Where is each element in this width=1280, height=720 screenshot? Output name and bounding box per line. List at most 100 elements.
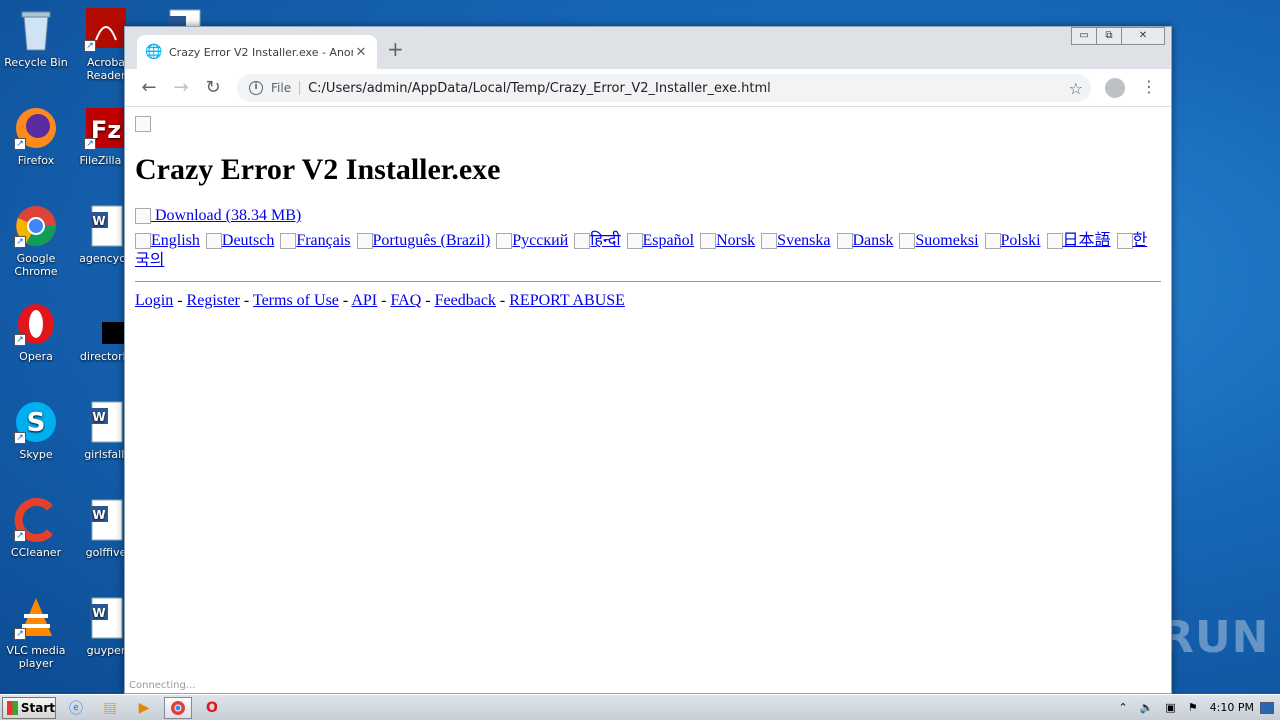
language-label: Русский [512, 232, 569, 249]
language-link-norsk[interactable]: Norsk [700, 232, 755, 250]
filezilla-icon: Fz ↗ [84, 106, 128, 150]
internet-explorer-icon[interactable]: ⓔ [62, 697, 90, 719]
action-center-flag-icon[interactable]: ⚑ [1188, 701, 1198, 714]
word-document-icon: W [84, 498, 128, 542]
close-window-button[interactable]: ✕ [1121, 27, 1165, 45]
language-label: Français [296, 232, 351, 249]
download-link[interactable]: Download (38.34 MB) [135, 207, 301, 225]
chrome-taskbar-icon[interactable] [164, 696, 192, 719]
language-link-suomeksi[interactable]: Suomeksi [899, 232, 979, 250]
desktop-icon-label: Acroba Reader [86, 56, 126, 82]
language-label: Deutsch [221, 232, 275, 249]
language-link-hindi[interactable]: हिन्दी [574, 232, 621, 250]
flag-icon [496, 233, 513, 250]
language-link-espanol[interactable]: Español [626, 232, 694, 250]
flag-icon [1116, 233, 1133, 250]
info-icon[interactable]: i [249, 81, 263, 95]
restore-button[interactable]: ⧉ [1096, 27, 1122, 45]
language-link-svenska[interactable]: Svenska [761, 232, 831, 250]
desktop-icon-opera[interactable]: ↗ Opera [0, 302, 72, 363]
file-explorer-icon[interactable]: ▤ [96, 697, 124, 719]
clock[interactable]: 4:10 PM [1210, 701, 1254, 714]
flag-icon [280, 233, 297, 250]
language-label: English [151, 232, 200, 249]
reload-icon[interactable]: ↻ [203, 78, 223, 98]
address-bar[interactable]: i File C:/Users/admin/AppData/Local/Temp… [237, 74, 1091, 102]
tab-active[interactable]: 🌐 Crazy Error V2 Installer.exe - AnonF ✕ [137, 35, 377, 69]
language-link-dansk[interactable]: Dansk [836, 232, 894, 250]
page-content: Crazy Error V2 Installer.exe Download (3… [125, 107, 1171, 693]
desktop-icon-ccleaner[interactable]: ↗ CCleaner [0, 498, 72, 559]
show-desktop-button[interactable] [1260, 701, 1274, 714]
media-player-icon[interactable]: ▶ [130, 697, 158, 719]
desktop-icon-chrome[interactable]: ↗ Google Chrome [0, 204, 72, 278]
svg-text:W: W [92, 410, 105, 424]
new-tab-button[interactable]: + [387, 39, 404, 59]
opera-icon: ↗ [14, 302, 58, 346]
shortcut-arrow-icon: ↗ [14, 334, 26, 346]
language-link-japanese[interactable]: 日本語 [1046, 232, 1111, 250]
language-link-deutsch[interactable]: Deutsch [205, 232, 275, 250]
network-icon[interactable]: ▣ [1165, 701, 1175, 714]
shortcut-arrow-icon: ↗ [84, 138, 96, 150]
ccleaner-icon: ↗ [14, 498, 58, 542]
tray-expand-icon[interactable]: ⌃ [1118, 701, 1127, 714]
svg-text:W: W [92, 214, 105, 228]
volume-icon[interactable]: 🔈 [1140, 701, 1154, 714]
api-link[interactable]: API [351, 292, 377, 309]
language-link-russian[interactable]: Русский [496, 232, 569, 250]
desktop-icon-skype[interactable]: S ↗ Skype [0, 400, 72, 461]
flag-icon [761, 233, 778, 250]
separator: - [173, 292, 187, 309]
separator: - [377, 292, 391, 309]
language-label: Dansk [852, 232, 894, 249]
profile-avatar-icon[interactable] [1105, 78, 1125, 98]
login-link[interactable]: Login [135, 292, 173, 309]
flag-icon [984, 233, 1001, 250]
opera-taskbar-icon[interactable]: O [198, 697, 226, 719]
tab-close-icon[interactable]: ✕ [353, 45, 369, 60]
vlc-icon: ↗ [14, 596, 58, 640]
forward-arrow-icon[interactable]: → [171, 78, 191, 98]
register-link[interactable]: Register [187, 292, 240, 309]
minimize-button[interactable]: ▭ [1071, 27, 1097, 45]
bookmark-star-icon[interactable]: ☆ [1069, 79, 1083, 98]
faq-link[interactable]: FAQ [390, 292, 421, 309]
black-file-icon [84, 302, 138, 346]
url-text[interactable]: C:/Users/admin/AppData/Local/Temp/Crazy_… [308, 81, 771, 96]
flag-icon [700, 233, 717, 250]
desktop-icon-label: Google Chrome [14, 252, 58, 278]
scheme-label: File [271, 81, 301, 95]
menu-dots-icon[interactable]: ⋮ [1141, 77, 1157, 96]
report-abuse-link[interactable]: REPORT ABUSE [509, 292, 625, 309]
language-link-portugues[interactable]: Português (Brazil) [356, 232, 490, 250]
shortcut-arrow-icon: ↗ [14, 628, 26, 640]
separator: - [495, 292, 510, 309]
flag-icon [899, 233, 916, 250]
desktop-icon-label: VLC media player [6, 644, 66, 670]
tab-strip: 🌐 Crazy Error V2 Installer.exe - AnonF ✕… [125, 27, 1171, 69]
language-list: English Deutsch Français Português (Braz… [135, 231, 1161, 271]
language-link-francais[interactable]: Français [280, 232, 351, 250]
desktop-icon-label: CCleaner [10, 546, 62, 559]
divider [135, 281, 1161, 282]
shortcut-arrow-icon: ↗ [84, 40, 96, 52]
word-document-icon: W [84, 400, 128, 444]
start-button[interactable]: Start [2, 696, 56, 719]
feedback-link[interactable]: Feedback [435, 292, 496, 309]
svg-text:S: S [27, 408, 46, 438]
back-arrow-icon[interactable]: ← [139, 78, 159, 98]
flag-icon [135, 233, 151, 250]
footer-links: Login - Register - Terms of Use - API - … [135, 292, 1161, 310]
terms-link[interactable]: Terms of Use [253, 292, 339, 309]
globe-icon: 🌐 [145, 44, 163, 60]
language-link-polski[interactable]: Polski [984, 232, 1041, 250]
language-link-english[interactable]: English [135, 232, 200, 250]
desktop-icon-recycle-bin[interactable]: Recycle Bin [0, 8, 72, 69]
desktop-icon-vlc[interactable]: ↗ VLC media player [0, 596, 72, 670]
browser-toolbar: ← → ↻ i File C:/Users/admin/AppData/Loca… [125, 69, 1171, 107]
windows-logo-icon [7, 700, 18, 715]
desktop-icon-label: Opera [19, 350, 53, 363]
desktop-icon-firefox[interactable]: ↗ Firefox [0, 106, 72, 167]
shortcut-arrow-icon: ↗ [14, 138, 26, 150]
